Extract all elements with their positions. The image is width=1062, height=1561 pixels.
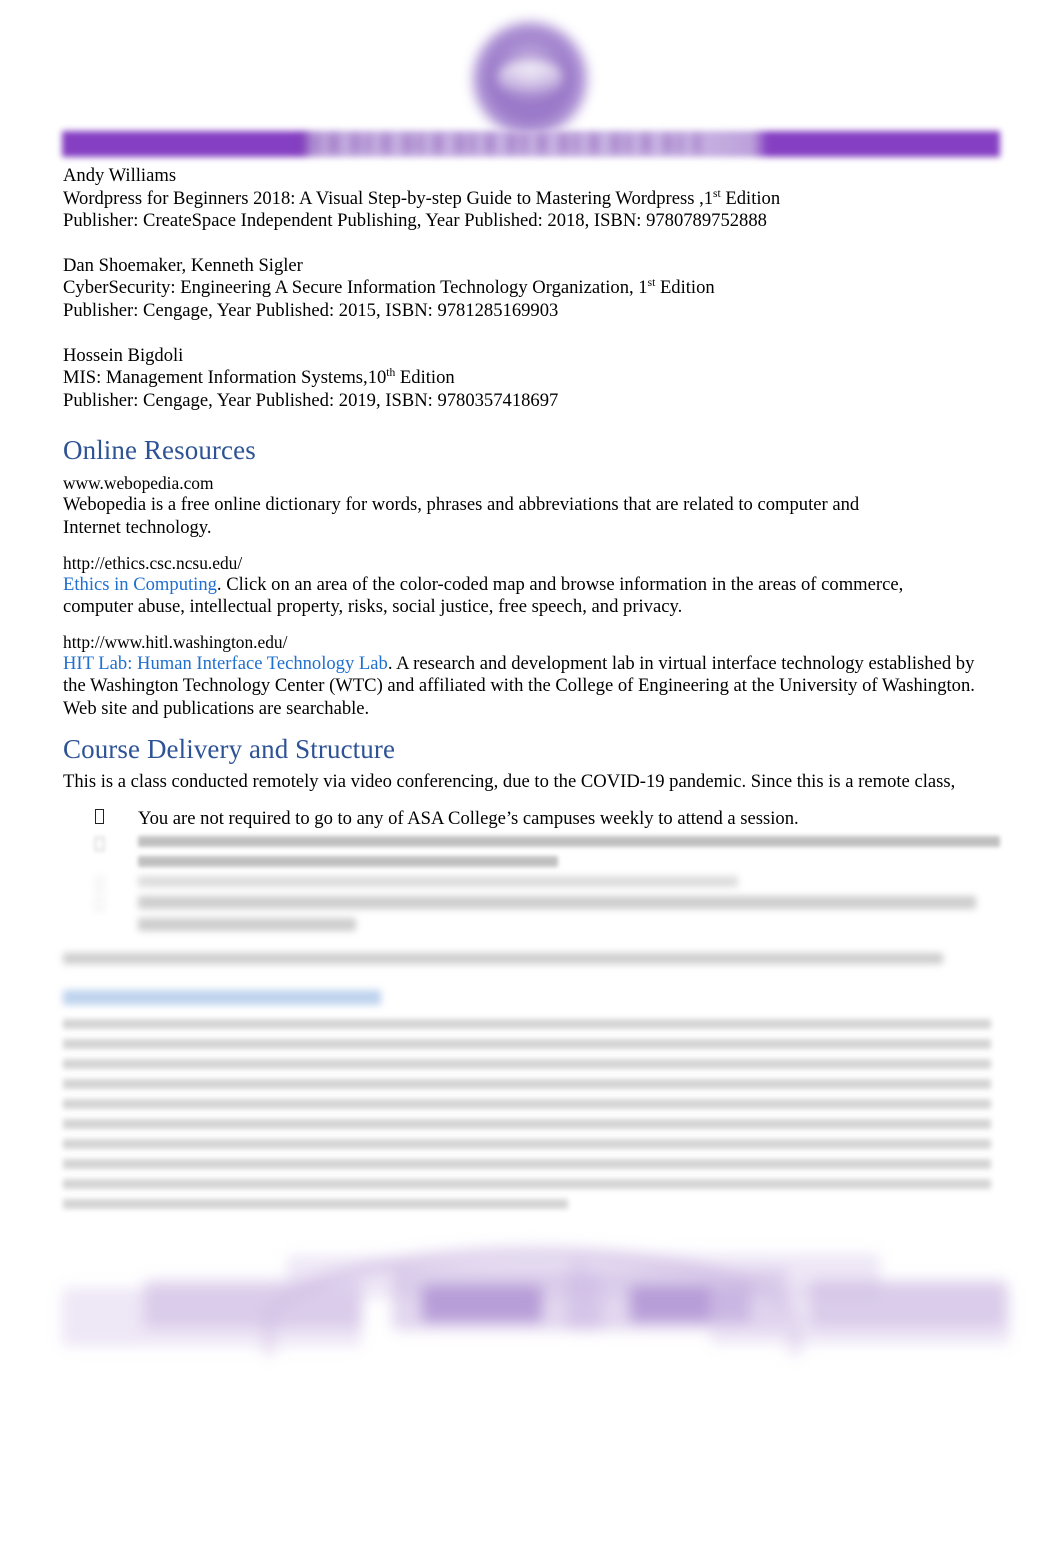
redacted-list-item: [63, 896, 1003, 932]
reference-entry: Dan Shoemaker, Kenneth Sigler CyberSecur…: [63, 255, 1003, 323]
missing-glyph-bullet-icon: [95, 897, 104, 912]
document-content: Andy Williams Wordpress for Beginners 20…: [63, 165, 1003, 1219]
resource-description-line: computer abuse, intellectual property, r…: [63, 596, 683, 618]
resource-url[interactable]: http://ethics.csc.ncsu.edu/: [63, 552, 1003, 574]
reference-entry: Andy Williams Wordpress for Beginners 20…: [63, 165, 1003, 233]
document-header: [0, 0, 1062, 160]
reference-author: Dan Shoemaker, Kenneth Sigler: [63, 254, 303, 276]
reference-title-prefix: CyberSecurity: Engineering A Secure Info…: [63, 277, 648, 299]
online-resources-heading: Online Resources: [63, 435, 256, 466]
list-item-label: You are not required to go to any of ASA…: [138, 808, 799, 830]
redacted-bullet-group: [63, 836, 1003, 932]
resource-link[interactable]: HIT Lab: Human Interface Technology Lab: [63, 653, 388, 674]
reference-title-prefix: MIS: Management Information Systems,10: [63, 367, 387, 389]
missing-glyph-bullet-icon: [95, 877, 104, 892]
missing-glyph-bullet-icon: [95, 809, 104, 825]
reference-author: Andy Williams: [63, 165, 177, 186]
resource-description-line: Webopedia is a free online dictionary fo…: [63, 494, 860, 516]
resource-link[interactable]: Ethics in Computing: [63, 574, 217, 595]
resource-url[interactable]: http://www.hitl.washington.edu/: [63, 631, 1003, 653]
edition-superscript: th: [386, 366, 396, 379]
footer-graphic: [62, 1240, 1010, 1365]
list-item: You are not required to go to any of ASA…: [63, 807, 1003, 830]
reference-publication: Publisher: Cengage, Year Published: 2015…: [63, 299, 559, 321]
missing-glyph-bullet-icon: [95, 837, 104, 852]
resource-url[interactable]: www.webopedia.com: [63, 472, 1003, 494]
edition-superscript: st: [713, 187, 721, 200]
redacted-list-item: [63, 876, 1003, 892]
logo-inner-mark-icon: [498, 62, 562, 96]
resource-description-line: Internet technology.: [63, 516, 212, 538]
header-banner-title-redacted: [300, 134, 700, 153]
reference-title: MIS: Management Information Systems,10th…: [63, 367, 1003, 390]
document-footer: [62, 1240, 1010, 1365]
resource-description: Webopedia is a free online dictionary fo…: [63, 494, 1003, 539]
reference-publication: Publisher: Cengage, Year Published: 2019…: [63, 389, 559, 411]
resource-description: Ethics in Computing. Click on an area of…: [63, 574, 1003, 619]
reference-publication: Publisher: CreateSpace Independent Publi…: [63, 210, 767, 232]
reference-title-suffix: Edition: [720, 187, 781, 209]
redacted-body-paragraph: [63, 1019, 1003, 1210]
redacted-list-item: [63, 836, 1003, 868]
course-delivery-intro: This is a class conducted remotely via v…: [63, 770, 956, 792]
course-delivery-heading: Course Delivery and Structure: [63, 733, 396, 764]
resource-description-line: Web site and publications are searchable…: [63, 697, 370, 719]
resource-description-line: . Click on an area of the color-coded ma…: [216, 573, 904, 595]
reference-title-suffix: Edition: [395, 367, 455, 389]
reference-title-prefix: Wordpress for Beginners 2018: A Visual S…: [63, 187, 714, 209]
resource-description-line: the Washington Technology Center (WTC) a…: [63, 675, 975, 697]
reference-entry: Hossein Bigdoli MIS: Management Informat…: [63, 345, 1003, 413]
document-page: Andy Williams Wordpress for Beginners 20…: [0, 0, 1062, 1561]
redacted-paragraph: [63, 953, 1003, 965]
resource-description: HIT Lab: Human Interface Technology Lab.…: [63, 653, 1003, 721]
reference-title: CyberSecurity: Engineering A Secure Info…: [63, 277, 1003, 300]
resource-description-line: . A research and development lab in virt…: [387, 652, 975, 674]
reference-author: Hossein Bigdoli: [63, 344, 184, 366]
redacted-subheading: [63, 990, 1003, 1006]
reference-title-suffix: Edition: [655, 277, 715, 299]
course-delivery-bullet-list: You are not required to go to any of ASA…: [63, 807, 1003, 830]
reference-title: Wordpress for Beginners 2018: A Visual S…: [63, 188, 1003, 211]
